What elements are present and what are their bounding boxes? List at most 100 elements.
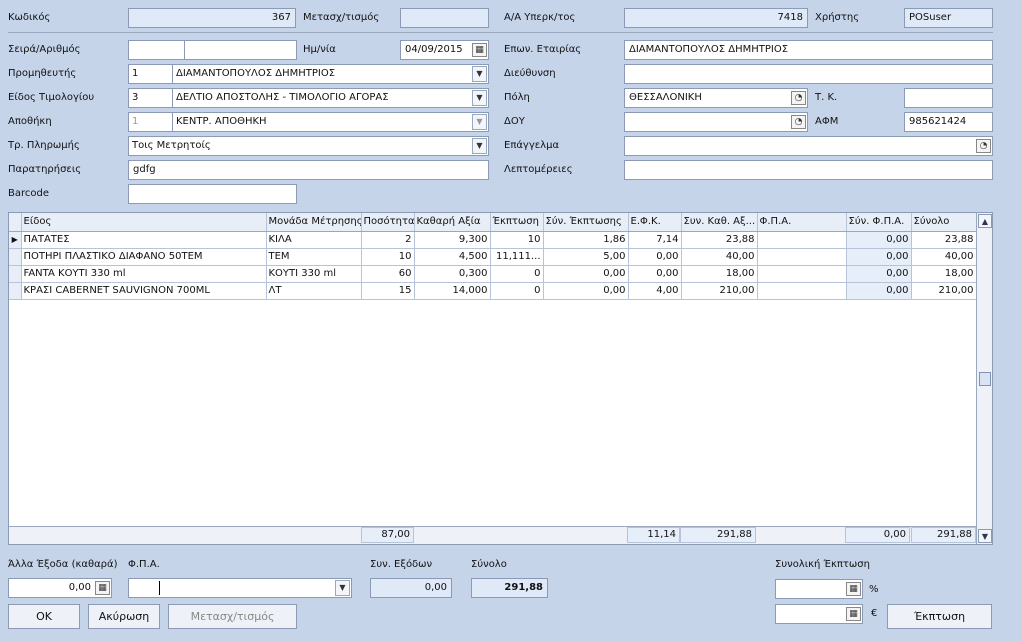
supplier-combo[interactable]: 1 ΔΙΑΜΑΝΤΟΠΟΥΛΟΣ ΔΗΜΗΤΡΙΟΣ ▼	[128, 64, 489, 84]
cell-efk[interactable]: 4,00	[628, 282, 682, 300]
cell-vat[interactable]	[757, 282, 847, 300]
table-row[interactable]: ΚΡΑΣΙ CABERNET SAUVIGNON 700ML ΛΤ 15 14,…	[9, 282, 977, 300]
date-field[interactable]: 04/09/2015 ▦	[400, 40, 489, 60]
discount-percent-field[interactable]: ▦	[775, 579, 863, 599]
cell-discsum[interactable]: 1,86	[543, 231, 629, 249]
col-vatsum[interactable]: Σύν. Φ.Π.Α.	[846, 213, 912, 232]
discount-button[interactable]: Έκπτωση	[887, 604, 992, 629]
col-total[interactable]: Σύνολο	[911, 213, 977, 232]
cell-efk[interactable]: 7,14	[628, 231, 682, 249]
cell-total[interactable]: 18,00	[911, 265, 977, 283]
chevron-down-icon[interactable]: ▼	[472, 66, 487, 82]
ok-button[interactable]: OK	[8, 604, 80, 629]
cell-netsum[interactable]: 210,00	[681, 282, 758, 300]
invtype-combo[interactable]: 3 ΔΕΛΤΙΟ ΑΠΟΣΤΟΛΗΣ - ΤΙΜΟΛΟΓΙΟ ΑΓΟΡΑΣ ▼	[128, 88, 489, 108]
col-net[interactable]: Καθαρή Αξία	[414, 213, 491, 232]
cell-vatsum[interactable]: 0,00	[846, 282, 912, 300]
zip-field[interactable]	[904, 88, 993, 108]
cell-disc[interactable]: 10	[490, 231, 544, 249]
col-vat[interactable]: Φ.Π.Α.	[757, 213, 847, 232]
cell-total[interactable]: 23,88	[911, 231, 977, 249]
lookup-icon[interactable]: ◔	[976, 139, 991, 153]
calendar-icon[interactable]: ▦	[472, 43, 487, 57]
cell-discsum[interactable]: 0,00	[543, 282, 629, 300]
cell-vat[interactable]	[757, 231, 847, 249]
cell-discsum[interactable]: 0,00	[543, 265, 629, 283]
cancel-button[interactable]: Ακύρωση	[88, 604, 160, 629]
table-row[interactable]: ▶ ΠΑΤΑΤΕΣ ΚΙΛΑ 2 9,300 10 1,86 7,14 23,8…	[9, 231, 977, 249]
cell-unit[interactable]: ΚΟΥΤΙ 330 ml	[266, 265, 362, 283]
cell-vatsum[interactable]: 0,00	[846, 231, 912, 249]
cell-vat[interactable]	[757, 265, 847, 283]
cell-net[interactable]: 9,300	[414, 231, 491, 249]
calculator-icon[interactable]: ▦	[846, 582, 861, 596]
cell-netsum[interactable]: 40,00	[681, 248, 758, 266]
notes-field[interactable]: gdfg	[128, 160, 489, 180]
payment-combo[interactable]: Τοις Μετρητοίς ▼	[128, 136, 489, 156]
cell-disc[interactable]: 0	[490, 265, 544, 283]
col-qty[interactable]: Ποσότητα	[361, 213, 415, 232]
cell-qty[interactable]: 10	[361, 248, 415, 266]
cell-net[interactable]: 0,300	[414, 265, 491, 283]
calculator-icon[interactable]: ▦	[846, 607, 861, 621]
calculator-icon[interactable]: ▦	[95, 581, 110, 595]
barcode-field[interactable]	[128, 184, 297, 204]
invtype-code[interactable]: 3	[129, 89, 173, 107]
cell-net[interactable]: 4,500	[414, 248, 491, 266]
table-row[interactable]: FANTA ΚΟΥΤΙ 330 ml ΚΟΥΤΙ 330 ml 60 0,300…	[9, 265, 977, 283]
lookup-icon[interactable]: ◔	[791, 91, 806, 105]
cell-item[interactable]: ΠΟΤΗΡΙ ΠΛΑΣΤΙΚΟ ΔΙΑΦΑΝΟ 50ΤΕΜ	[21, 248, 267, 266]
grid-scrollbar[interactable]: ▲ ▼	[976, 213, 992, 544]
cell-total[interactable]: 40,00	[911, 248, 977, 266]
cell-item[interactable]: FANTA ΚΟΥΤΙ 330 ml	[21, 265, 267, 283]
scroll-down-icon[interactable]: ▼	[978, 529, 992, 543]
details-field[interactable]	[624, 160, 993, 180]
cell-qty[interactable]: 15	[361, 282, 415, 300]
cell-qty[interactable]: 60	[361, 265, 415, 283]
lookup-icon[interactable]: ◔	[791, 115, 806, 129]
other-expenses-field[interactable]: 0,00 ▦	[8, 578, 112, 598]
discount-euro-field[interactable]: ▦	[775, 604, 863, 624]
profession-field[interactable]: ◔	[624, 136, 993, 156]
col-item[interactable]: Είδος	[21, 213, 267, 232]
company-field[interactable]: ΔΙΑΜΑΝΤΟΠΟΥΛΟΣ ΔΗΜΗΤΡΙΟΣ	[624, 40, 993, 60]
cell-net[interactable]: 14,000	[414, 282, 491, 300]
code-field[interactable]: 367	[128, 8, 296, 28]
afm-field[interactable]: 985621424	[904, 112, 993, 132]
scroll-up-icon[interactable]: ▲	[978, 214, 992, 228]
col-unit[interactable]: Μονάδα Μέτρησης	[266, 213, 362, 232]
chevron-down-icon[interactable]: ▼	[335, 580, 350, 596]
chevron-down-icon[interactable]: ▼	[472, 138, 487, 154]
items-grid[interactable]: Είδος Μονάδα Μέτρησης Ποσότητα Καθαρή Αξ…	[8, 212, 993, 545]
cell-unit[interactable]: ΚΙΛΑ	[266, 231, 362, 249]
doy-field[interactable]: ◔	[624, 112, 808, 132]
supplier-code[interactable]: 1	[129, 65, 173, 83]
user-field[interactable]: POSuser	[904, 8, 993, 28]
cell-vatsum[interactable]: 0,00	[846, 248, 912, 266]
col-netsum[interactable]: Συν. Καθ. Αξ...	[681, 213, 758, 232]
cell-vat[interactable]	[757, 248, 847, 266]
chevron-down-icon[interactable]: ▼	[472, 90, 487, 106]
cell-unit[interactable]: ΤΕΜ	[266, 248, 362, 266]
cell-item[interactable]: ΠΑΤΑΤΕΣ	[21, 231, 267, 249]
table-row[interactable]: ΠΟΤΗΡΙ ΠΛΑΣΤΙΚΟ ΔΙΑΦΑΝΟ 50ΤΕΜ ΤΕΜ 10 4,5…	[9, 248, 977, 266]
col-disc[interactable]: Έκπτωση	[490, 213, 544, 232]
transfer-field[interactable]	[400, 8, 489, 28]
vat-combo[interactable]: ▼	[128, 578, 352, 598]
cell-item[interactable]: ΚΡΑΣΙ CABERNET SAUVIGNON 700ML	[21, 282, 267, 300]
cell-efk[interactable]: 0,00	[628, 265, 682, 283]
cell-efk[interactable]: 0,00	[628, 248, 682, 266]
cell-total[interactable]: 210,00	[911, 282, 977, 300]
cell-netsum[interactable]: 23,88	[681, 231, 758, 249]
col-efk[interactable]: Ε.Φ.Κ.	[628, 213, 682, 232]
cell-qty[interactable]: 2	[361, 231, 415, 249]
col-discsum[interactable]: Σύν. Έκπτωσης	[543, 213, 629, 232]
cell-unit[interactable]: ΛΤ	[266, 282, 362, 300]
city-field[interactable]: ΘΕΣΣΑΛΟΝΙΚΗ ◔	[624, 88, 808, 108]
cell-disc[interactable]: 0	[490, 282, 544, 300]
series-field[interactable]	[128, 40, 185, 60]
cell-discsum[interactable]: 5,00	[543, 248, 629, 266]
number-field[interactable]	[184, 40, 297, 60]
scroll-thumb[interactable]	[979, 372, 991, 386]
address-field[interactable]	[624, 64, 993, 84]
